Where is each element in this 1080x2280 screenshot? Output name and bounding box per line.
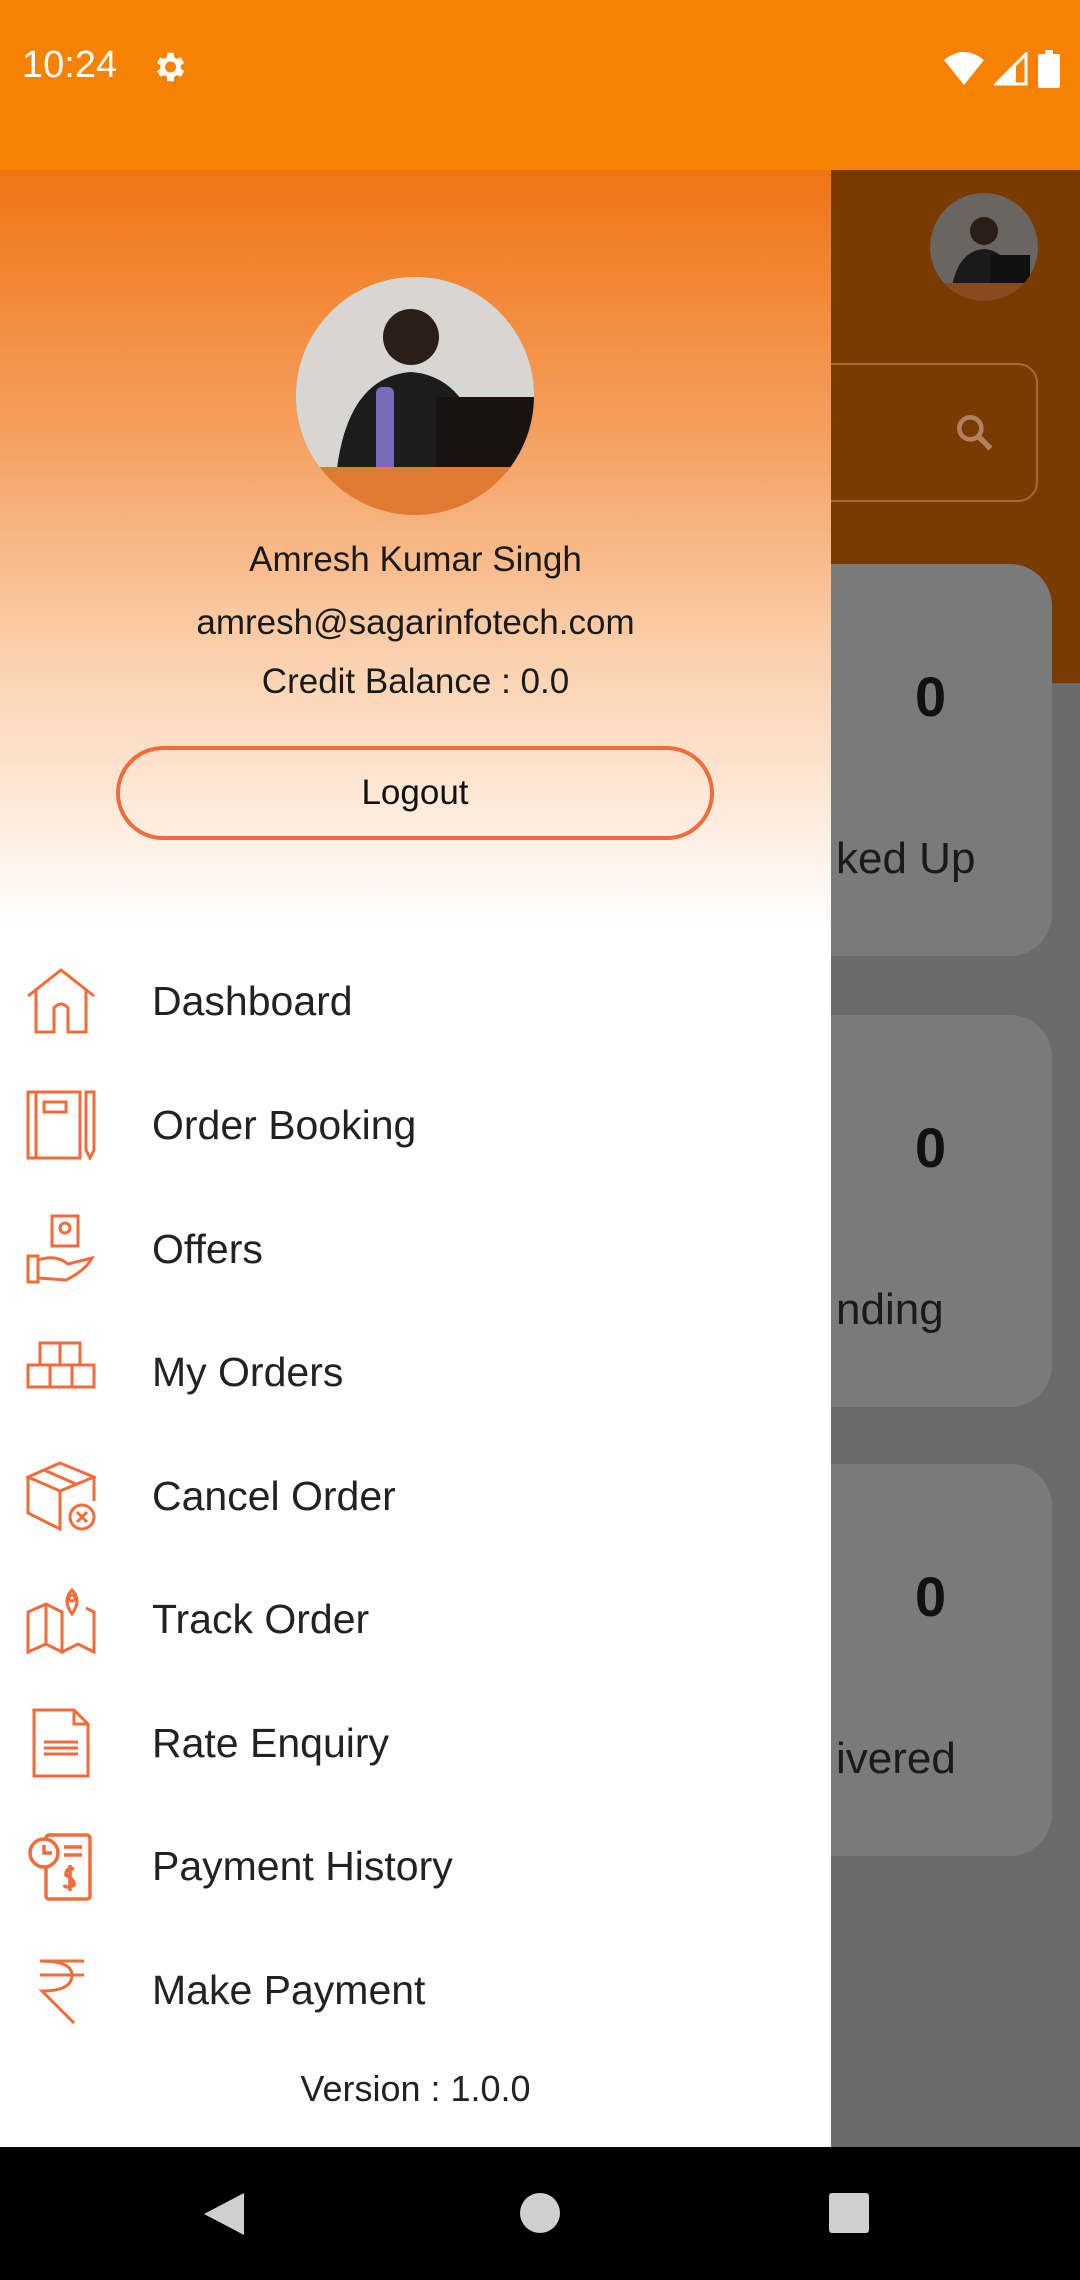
document-icon	[32, 1708, 90, 1778]
menu-label: Cancel Order	[152, 1472, 396, 1519]
menu-label: Payment History	[152, 1842, 453, 1889]
card-label: ked Up	[836, 834, 976, 883]
rupee-icon	[38, 1959, 84, 2025]
card-count: 0	[915, 665, 947, 728]
home-icon	[27, 968, 95, 1034]
profile-avatar-small[interactable]	[930, 193, 1038, 301]
offer-hand-icon	[26, 1214, 95, 1284]
card-count: 0	[915, 1565, 947, 1628]
user-name: Amresh Kumar Singh	[249, 540, 582, 579]
menu-label: Make Payment	[152, 1966, 426, 2013]
menu-item-track-order[interactable]: Track Order	[0, 1564, 831, 1674]
wifi-icon	[944, 52, 984, 85]
card-count: 0	[915, 1116, 947, 1179]
box-cancel-icon	[26, 1461, 96, 1531]
back-icon	[204, 2193, 244, 2235]
profile-avatar[interactable]	[296, 277, 534, 515]
battery-icon	[1038, 50, 1060, 88]
clock: 10:24	[22, 44, 118, 86]
payment-history-icon	[28, 1833, 92, 1901]
menu-item-dashboard[interactable]: Dashboard	[0, 946, 831, 1056]
card-label: ivered	[836, 1734, 956, 1783]
navigation-drawer: Amresh Kumar Singh amresh@sagarinfotech.…	[0, 170, 831, 2147]
recents-button[interactable]	[829, 2193, 869, 2238]
menu-label: Offers	[152, 1225, 263, 1272]
home-circle-icon	[520, 2193, 560, 2233]
credit-balance: Credit Balance : 0.0	[261, 662, 570, 701]
menu-label: Dashboard	[152, 977, 353, 1024]
back-button[interactable]	[204, 2193, 244, 2240]
search-icon	[957, 415, 993, 451]
menu-label: Rate Enquiry	[152, 1719, 390, 1766]
app-version: Version : 1.0.0	[300, 2068, 531, 2109]
card-label: nding	[836, 1285, 944, 1334]
recents-icon	[829, 2193, 869, 2233]
settings-icon	[156, 52, 185, 82]
home-button[interactable]	[519, 2192, 561, 2239]
menu-label: Order Booking	[152, 1101, 417, 1148]
logout-button[interactable]: Logout	[116, 746, 714, 840]
menu-item-rate-enquiry[interactable]: Rate Enquiry	[0, 1688, 831, 1798]
menu-item-cancel-order[interactable]: Cancel Order	[0, 1441, 831, 1551]
drawer-header: Amresh Kumar Singh amresh@sagarinfotech.…	[0, 170, 831, 930]
boxes-icon	[26, 1341, 96, 1389]
menu-item-offers[interactable]: Offers	[0, 1194, 831, 1304]
menu-item-make-payment[interactable]: Make Payment	[0, 1935, 831, 2045]
menu-label: My Orders	[152, 1348, 344, 1395]
signal-icon	[994, 52, 1028, 86]
menu-item-order-booking[interactable]: Order Booking	[0, 1070, 831, 1180]
user-email: amresh@sagarinfotech.com	[196, 603, 635, 642]
map-pin-icon	[26, 1587, 96, 1654]
navigation-bar	[0, 2147, 1080, 2280]
menu-label: Track Order	[152, 1595, 370, 1642]
menu-item-payment-history[interactable]: Payment History	[0, 1811, 831, 1921]
menu-item-my-orders[interactable]: My Orders	[0, 1317, 831, 1427]
status-bar: 10:24	[0, 0, 1080, 170]
notebook-icon	[26, 1090, 96, 1160]
